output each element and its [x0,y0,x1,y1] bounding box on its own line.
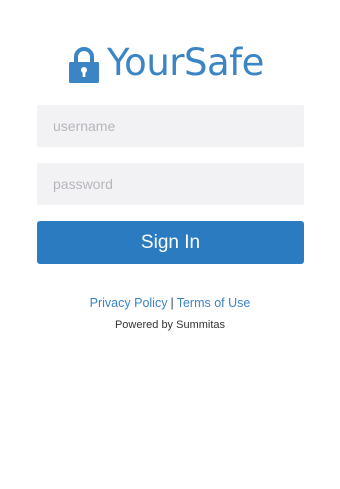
username-input[interactable] [37,105,304,147]
powered-by-text: Powered by Summitas [114,319,226,331]
brand-logo: YourSafe [68,40,264,86]
lock-icon [69,47,99,83]
privacy-policy-link[interactable]: Privacy Policy [90,296,168,310]
link-separator: | [170,296,174,310]
terms-of-use-link[interactable]: Terms of Use [177,296,251,310]
password-input[interactable] [37,163,304,205]
brand-name: YourSafe [107,41,264,84]
sign-in-button[interactable]: Sign In [37,221,304,264]
footer-links: Privacy Policy | Terms of Use [0,296,340,310]
